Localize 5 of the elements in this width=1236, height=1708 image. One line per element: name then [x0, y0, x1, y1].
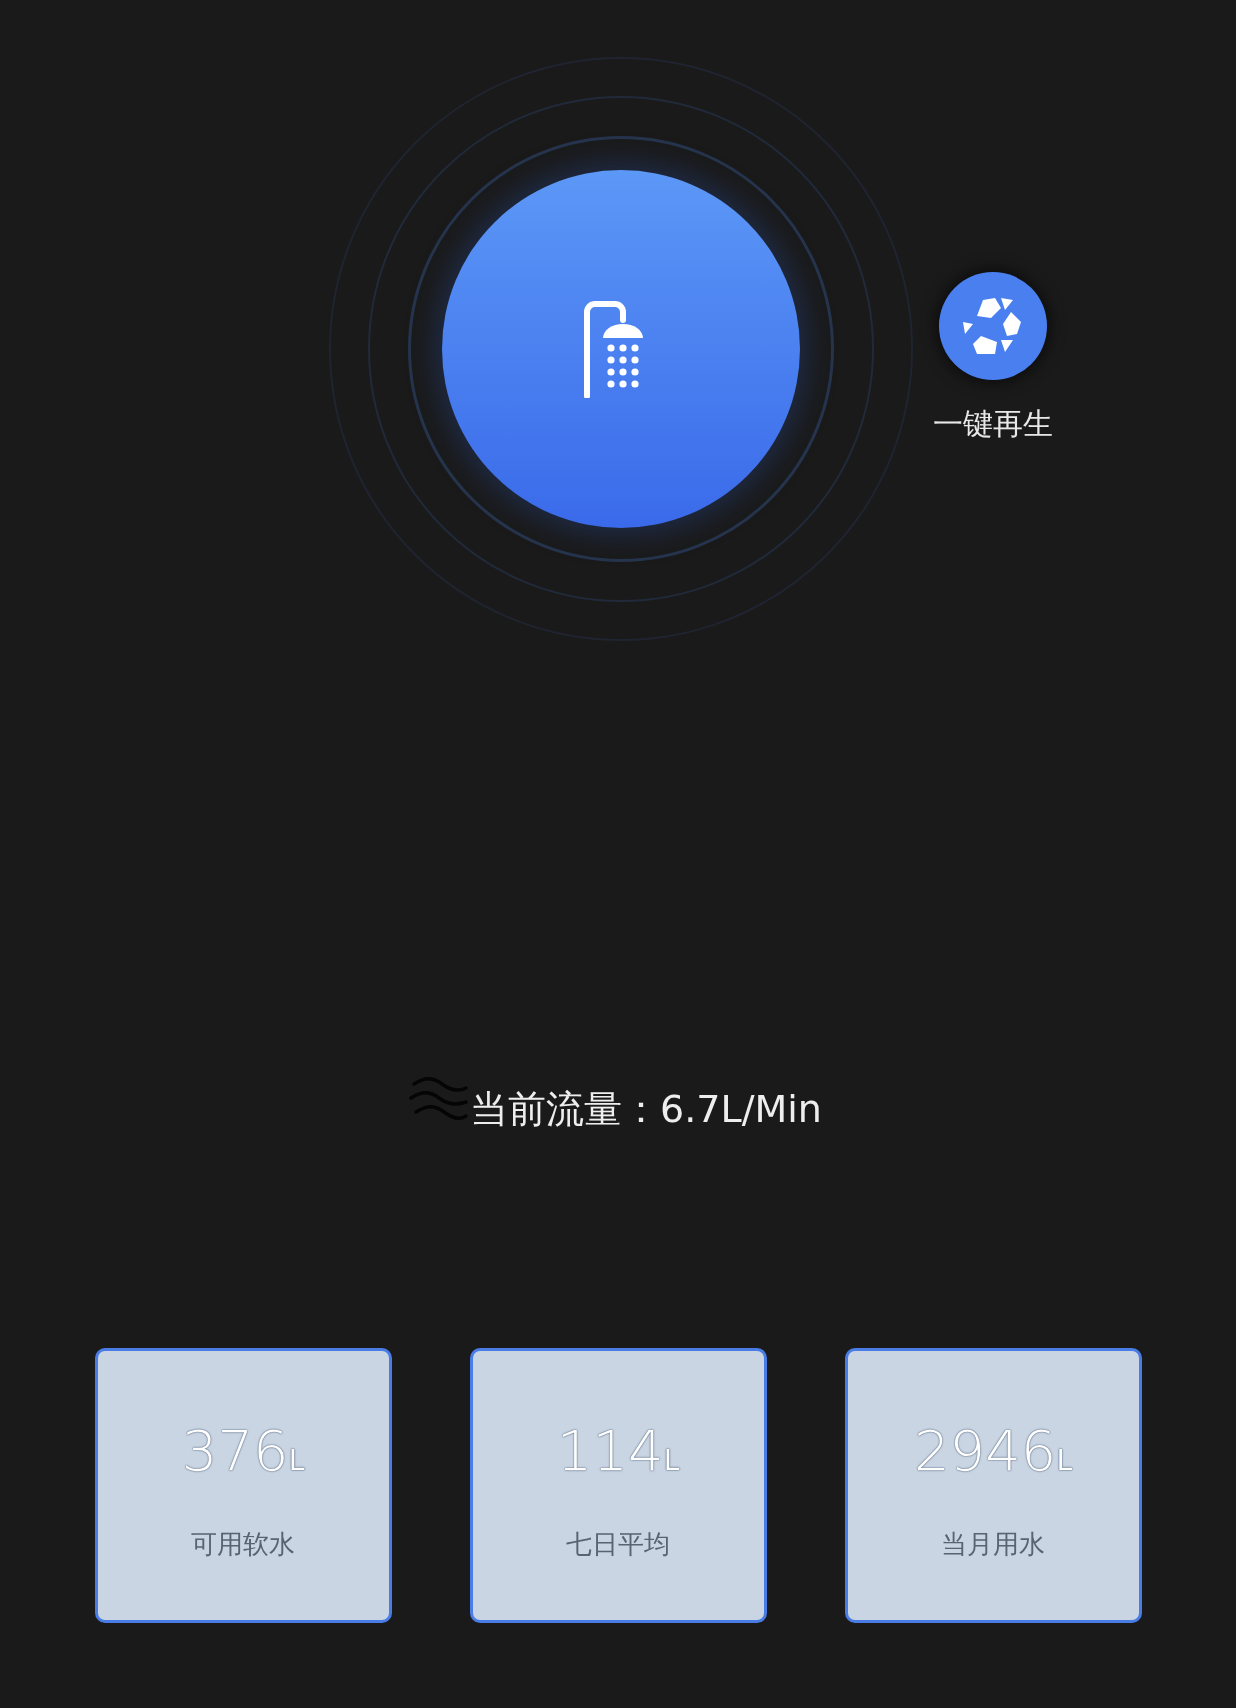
flow-rate-text: 当前流量：6.7L/Min: [470, 1090, 822, 1128]
stat-label: 可用软水: [191, 1528, 295, 1561]
stat-label: 七日平均: [566, 1528, 670, 1561]
stat-label: 当月用水: [941, 1528, 1045, 1561]
regenerate-label: 一键再生: [932, 405, 1054, 443]
